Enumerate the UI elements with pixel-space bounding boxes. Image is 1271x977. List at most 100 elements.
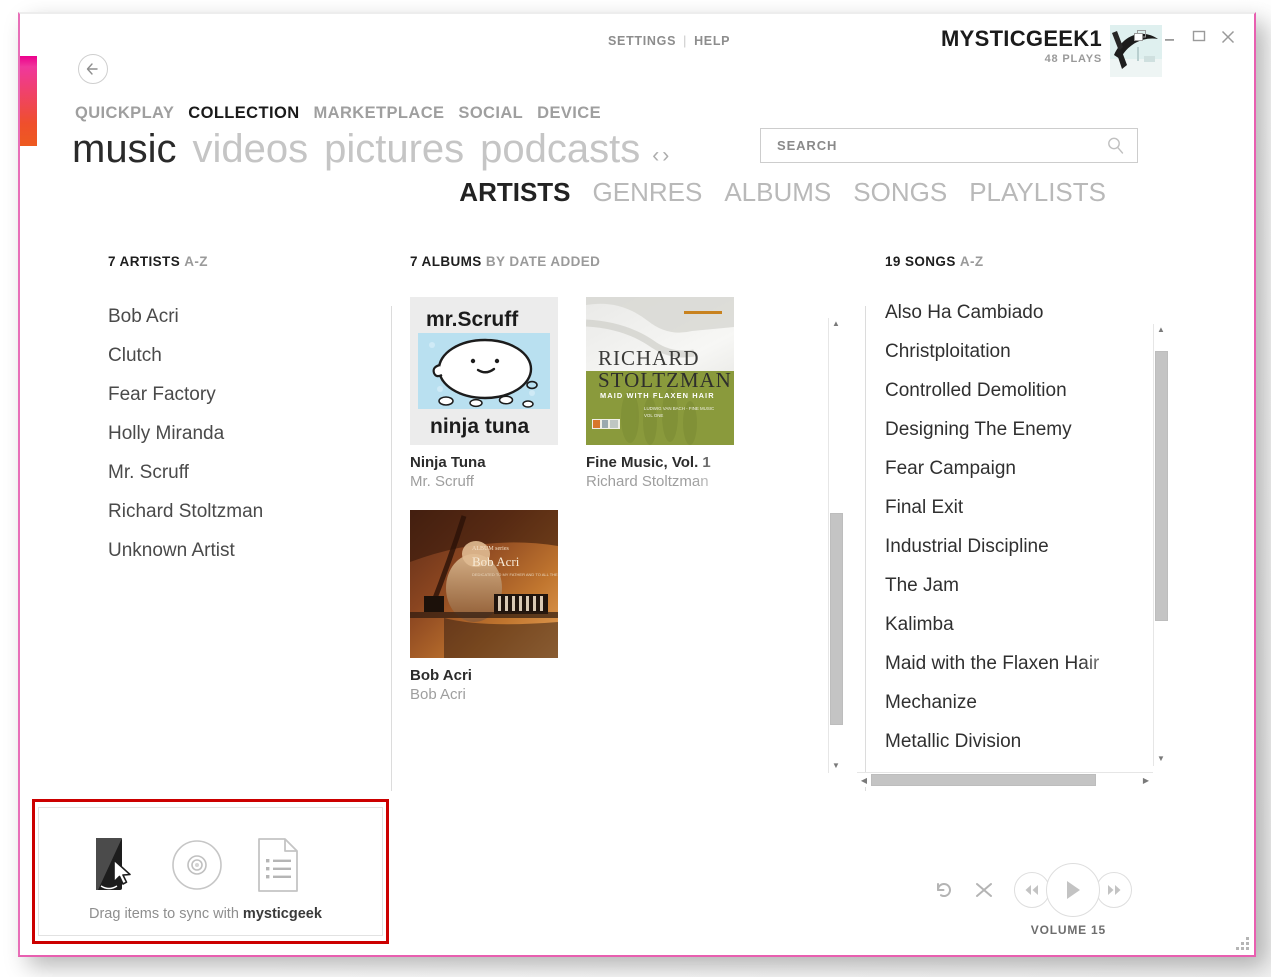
playback-controls[interactable]: [934, 863, 1132, 917]
list-item[interactable]: Industrial Discipline: [885, 527, 1135, 566]
next-track-button[interactable]: [1096, 872, 1132, 908]
subnav-item-pictures[interactable]: pictures: [324, 127, 464, 172]
resize-grip[interactable]: [1235, 936, 1249, 950]
scroll-down-arrow-icon[interactable]: ▼: [832, 760, 840, 773]
albums-scrollbar[interactable]: ▲ ▼: [828, 318, 843, 773]
subnav-item-music[interactable]: music: [72, 127, 176, 172]
list-item[interactable]: Metallic Division: [885, 722, 1135, 761]
songs-sort[interactable]: A-Z: [960, 254, 984, 269]
back-button[interactable]: [78, 54, 108, 84]
album-tile[interactable]: mr.Scruff ninja tuna Ninja Tuna Mr. Scru…: [410, 297, 560, 490]
albums-scroll-track[interactable]: [829, 331, 843, 760]
link-separator: |: [683, 34, 688, 48]
previous-track-button[interactable]: [1014, 872, 1050, 908]
svg-text:mr.Scruff: mr.Scruff: [426, 308, 519, 331]
songs-list: Also Ha Cambiado Christploitation Contro…: [885, 293, 1185, 761]
list-item[interactable]: Unknown Artist: [108, 531, 388, 570]
search-input[interactable]: [761, 129, 1106, 162]
list-item[interactable]: Clutch: [108, 336, 388, 375]
help-link[interactable]: HELP: [694, 34, 730, 48]
artists-column: 7 ARTISTS A-Z Bob Acri Clutch Fear Facto…: [108, 254, 388, 570]
albums-sort[interactable]: BY DATE ADDED: [486, 254, 600, 269]
desktop-background: SETTINGS | HELP MYSTICGEEK1 48 PLAYS QUI…: [0, 0, 1271, 977]
list-item[interactable]: Christploitation: [885, 332, 1135, 371]
list-item[interactable]: Designing The Enemy: [885, 410, 1135, 449]
subnav-arrows[interactable]: ‹›: [652, 144, 672, 168]
restore-cascade-icon[interactable]: [1132, 28, 1149, 45]
repeat-icon[interactable]: [934, 880, 954, 900]
list-item[interactable]: Mr. Scruff: [108, 453, 388, 492]
subnav-item-videos[interactable]: videos: [192, 127, 308, 172]
search-box[interactable]: [760, 128, 1138, 163]
play-button[interactable]: [1046, 863, 1100, 917]
list-item[interactable]: Bob Acri: [108, 297, 388, 336]
hscroll-track[interactable]: [871, 773, 1139, 787]
songs-scroll-track[interactable]: [1154, 337, 1168, 753]
tab-albums[interactable]: ALBUMS: [724, 177, 831, 208]
scroll-left-arrow-icon[interactable]: ◀: [857, 776, 871, 785]
list-item[interactable]: Controlled Demolition: [885, 371, 1135, 410]
albums-column: 7 ALBUMS BY DATE ADDED mr.Scruff ninja t…: [410, 254, 843, 773]
list-item[interactable]: Final Exit: [885, 488, 1135, 527]
cd-disc-icon[interactable]: [171, 839, 223, 896]
list-item[interactable]: Fear Factory: [108, 375, 388, 414]
subnav-item-podcasts[interactable]: podcasts: [480, 127, 640, 172]
tab-genres[interactable]: GENRES: [593, 177, 703, 208]
album-title: Ninja Tuna: [410, 454, 486, 471]
title-bar: SETTINGS | HELP MYSTICGEEK1 48 PLAYS: [20, 14, 1254, 84]
nav-item-collection[interactable]: COLLECTION: [188, 104, 299, 123]
svg-text:ALBUM series: ALBUM series: [472, 546, 509, 552]
svg-text:Bob Acri: Bob Acri: [472, 554, 520, 569]
window-controls[interactable]: [1132, 28, 1236, 45]
hscroll-thumb[interactable]: [871, 774, 1096, 786]
artists-sort[interactable]: A-Z: [184, 254, 208, 269]
list-item[interactable]: The Jam: [885, 566, 1135, 605]
tab-playlists[interactable]: PLAYLISTS: [969, 177, 1106, 208]
collection-pivot-tabs[interactable]: ARTISTS GENRES ALBUMS SONGS PLAYLISTS: [459, 177, 1106, 208]
prev-arrow-icon[interactable]: ‹: [652, 144, 662, 167]
album-tile[interactable]: RICHARD STOLTZMAN MAID WITH FLAXEN HAIR …: [586, 297, 736, 490]
nav-item-marketplace[interactable]: MARKETPLACE: [314, 104, 445, 123]
list-item[interactable]: Richard Stoltzman: [108, 492, 388, 531]
richard-stoltzman-cover[interactable]: RICHARD STOLTZMAN MAID WITH FLAXEN HAIR …: [586, 297, 734, 445]
settings-link[interactable]: SETTINGS: [608, 34, 676, 48]
songs-scroll-thumb[interactable]: [1155, 351, 1168, 621]
play-count-label: 48 PLAYS: [1044, 53, 1102, 65]
scroll-up-arrow-icon[interactable]: ▲: [832, 318, 840, 331]
bob-acri-piano-cover[interactable]: ALBUM series Bob Acri DEDICATED TO MY FA…: [410, 510, 558, 658]
album-artist: Mr. Scruff: [410, 473, 474, 490]
sync-device-name: mysticgeek: [242, 906, 322, 922]
close-icon[interactable]: [1219, 28, 1236, 45]
playlist-document-icon[interactable]: [255, 837, 301, 898]
nav-item-social[interactable]: SOCIAL: [458, 104, 523, 123]
next-arrow-icon[interactable]: ›: [662, 144, 672, 167]
list-item[interactable]: Holly Miranda: [108, 414, 388, 453]
mr-scruff-ninja-tuna-cover[interactable]: mr.Scruff ninja tuna: [410, 297, 558, 445]
maximize-icon[interactable]: [1190, 28, 1207, 45]
sync-icons: [93, 836, 301, 899]
album-tile[interactable]: ALBUM series Bob Acri DEDICATED TO MY FA…: [410, 510, 560, 703]
device-phone-icon[interactable]: [93, 836, 139, 899]
songs-scrollbar-horizontal[interactable]: ◀ ▶: [857, 772, 1153, 787]
minimize-icon[interactable]: [1161, 28, 1178, 45]
search-icon[interactable]: [1106, 136, 1137, 155]
nav-item-device[interactable]: DEVICE: [537, 104, 601, 123]
tab-songs[interactable]: SONGS: [853, 177, 947, 208]
nav-item-quickplay[interactable]: QUICKPLAY: [75, 104, 174, 123]
primary-navigation[interactable]: QUICKPLAY COLLECTION MARKETPLACE SOCIAL …: [75, 104, 601, 123]
user-info-block[interactable]: MYSTICGEEK1 48 PLAYS: [941, 26, 1102, 65]
list-item[interactable]: Maid with the Flaxen Hair: [885, 644, 1135, 683]
scroll-down-arrow-icon[interactable]: ▼: [1157, 753, 1165, 766]
scroll-right-arrow-icon[interactable]: ▶: [1139, 776, 1153, 785]
sync-drop-panel[interactable]: Drag items to sync with mysticgeek: [38, 807, 383, 936]
list-item[interactable]: Fear Campaign: [885, 449, 1135, 488]
scroll-up-arrow-icon[interactable]: ▲: [1157, 324, 1165, 337]
list-item[interactable]: Also Ha Cambiado: [885, 293, 1135, 332]
shuffle-icon[interactable]: [974, 880, 994, 900]
media-type-navigation[interactable]: music videos pictures podcasts ‹›: [72, 127, 672, 172]
albums-scroll-thumb[interactable]: [830, 513, 843, 725]
list-item[interactable]: Mechanize: [885, 683, 1135, 722]
list-item[interactable]: Kalimba: [885, 605, 1135, 644]
tab-artists[interactable]: ARTISTS: [459, 177, 570, 208]
songs-scrollbar-vertical[interactable]: ▲ ▼: [1153, 324, 1168, 766]
